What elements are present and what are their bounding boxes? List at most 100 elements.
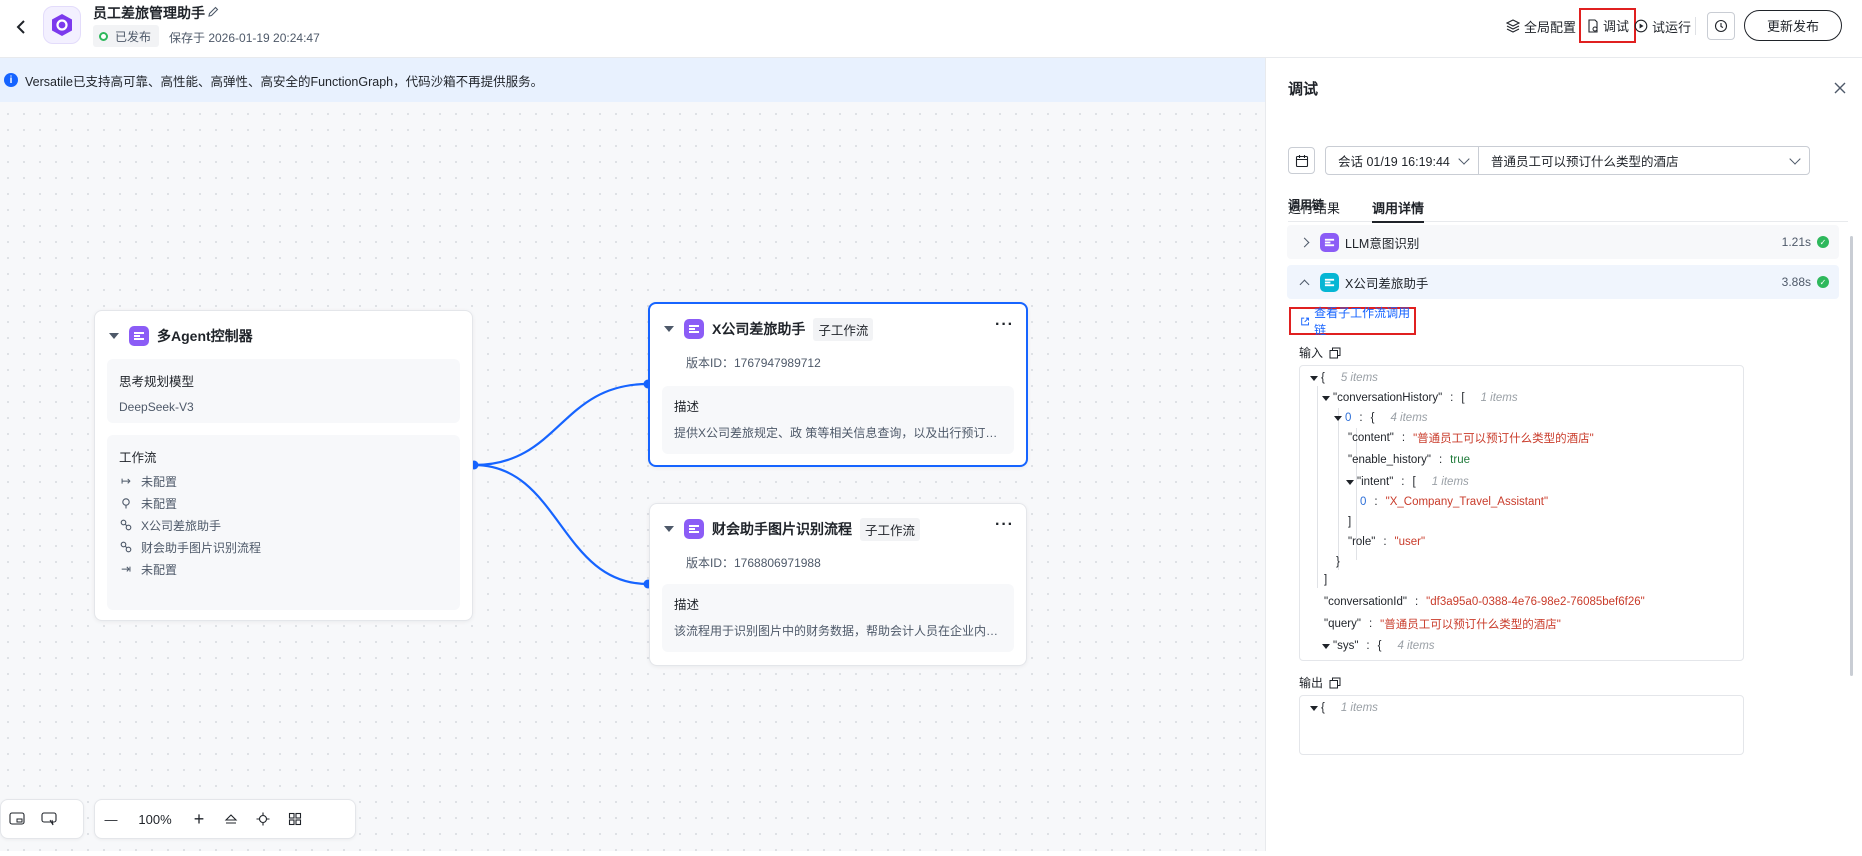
back-arrow-icon[interactable] bbox=[10, 16, 32, 38]
subflow-icon bbox=[119, 540, 133, 554]
description-box: 描述 该流程用于识别图片中的财务数据，帮助会计人员在企业内部处理报销 bbox=[662, 584, 1014, 652]
zoom-in-button[interactable]: + bbox=[183, 803, 215, 835]
workflow-item[interactable]: X公司差旅助手 bbox=[119, 514, 448, 536]
debug-doc-icon bbox=[1588, 18, 1598, 33]
json-root[interactable]: {5 items bbox=[1310, 370, 1378, 386]
success-check-icon: ✓ bbox=[1817, 236, 1829, 248]
workflow-item[interactable]: 财会助手图片识别流程 bbox=[119, 536, 448, 558]
json-line: "conversationId": "df3a95a0-0388-4e76-98e… bbox=[1324, 596, 1645, 608]
more-options-icon[interactable]: ··· bbox=[995, 516, 1014, 534]
indent-guide bbox=[1317, 386, 1318, 588]
status-badge: 已发布 bbox=[93, 25, 160, 47]
duration: 1.21s bbox=[1781, 235, 1811, 249]
indent-guide bbox=[1338, 408, 1339, 570]
external-link-icon bbox=[1301, 317, 1309, 325]
comment-button[interactable] bbox=[33, 803, 65, 835]
description-box: 描述 提供X公司差旅规定、政 策等相关信息查询，以及出行预订服务 bbox=[662, 386, 1014, 454]
subflow-icon bbox=[119, 518, 133, 532]
zoom-level[interactable]: 100% bbox=[127, 812, 183, 827]
view-subworkflow-chain-link[interactable]: 查看子工作流调用链 bbox=[1289, 306, 1416, 337]
history-button[interactable] bbox=[1707, 12, 1735, 40]
json-line: } bbox=[1336, 556, 1340, 568]
json-line[interactable]: "conversationHistory":[1 items bbox=[1322, 390, 1518, 406]
llm-icon bbox=[1320, 232, 1339, 252]
node-type-tag: 子工作流 bbox=[813, 317, 874, 341]
description-label: 描述 bbox=[674, 598, 700, 612]
layers-icon bbox=[1506, 19, 1520, 33]
session-select[interactable]: 会话 01/19 16:19:44 bbox=[1325, 146, 1479, 175]
chain-scroll-area[interactable]: LLM意图识别 1.21s ✓ X公司差旅助手 3.88s ✓ 查看子工作流调用… bbox=[1287, 225, 1849, 856]
close-icon[interactable] bbox=[1832, 80, 1848, 96]
json-line: "enable_history": true bbox=[1348, 454, 1470, 466]
subworkflow-icon bbox=[1320, 272, 1339, 292]
global-config-button[interactable]: 全局配置 bbox=[1506, 13, 1576, 39]
model-section: 思考规划模型 DeepSeek-V3 bbox=[107, 359, 460, 423]
scrollbar[interactable] bbox=[1850, 236, 1853, 676]
output-arrow-icon: ⇥ bbox=[120, 562, 132, 576]
panel-title: 调试 bbox=[1288, 81, 1319, 98]
published-dot-icon bbox=[99, 31, 108, 41]
minimap-icon bbox=[9, 812, 25, 825]
zoom-out-button[interactable]: — bbox=[95, 803, 127, 835]
query-select[interactable]: 普通员工可以预订什么类型的酒店 bbox=[1478, 146, 1810, 175]
version-id: 版本ID：1767947989712 bbox=[686, 356, 821, 370]
tab-call-details[interactable]: 调用详情 bbox=[1372, 188, 1425, 223]
json-root[interactable]: {1 items bbox=[1310, 700, 1378, 716]
node-type-tag: 子工作流 bbox=[860, 517, 921, 541]
fit-view-button[interactable] bbox=[215, 803, 247, 835]
collapse-caret-icon[interactable] bbox=[664, 326, 674, 332]
copy-icon[interactable] bbox=[1329, 347, 1341, 359]
test-run-button[interactable]: 试运行 bbox=[1634, 13, 1691, 39]
more-options-icon[interactable]: ··· bbox=[995, 316, 1014, 334]
output-json-viewer[interactable]: {1 items bbox=[1299, 695, 1744, 755]
workflow-canvas[interactable]: i Versatile已支持高可靠、高性能、高弹性、高安全的FunctionGr… bbox=[0, 58, 1265, 851]
result-tabs: 运行结果 调用详情 bbox=[1288, 188, 1848, 223]
node-title: X公司差旅助手 bbox=[712, 321, 806, 337]
debug-button[interactable]: 调试 bbox=[1579, 8, 1636, 43]
copy-icon[interactable] bbox=[1329, 677, 1341, 689]
history-clock-icon bbox=[1714, 19, 1728, 33]
json-line: ] bbox=[1324, 574, 1328, 586]
calendar-button[interactable] bbox=[1288, 147, 1315, 174]
layout-button[interactable] bbox=[279, 803, 311, 835]
collapse-caret-icon[interactable] bbox=[664, 526, 674, 532]
json-line: ] bbox=[1348, 516, 1352, 528]
pin-icon bbox=[119, 496, 133, 510]
edit-pencil-icon[interactable] bbox=[206, 5, 220, 19]
subworkflow-icon bbox=[684, 319, 704, 339]
saved-timestamp: 保存于 2026-01-19 20:24:47 bbox=[169, 31, 320, 45]
json-line: "content": "普通员工可以预订什么类型的酒店" bbox=[1348, 432, 1594, 445]
input-json-viewer[interactable]: {5 items "conversationHistory":[1 items … bbox=[1299, 365, 1744, 661]
chevron-right-icon bbox=[1299, 237, 1310, 247]
play-circle-icon bbox=[1634, 19, 1648, 33]
description-text: 该流程用于识别图片中的财务数据，帮助会计人员在企业内部处理报销 bbox=[674, 624, 1002, 638]
canvas-tools-left bbox=[0, 799, 84, 839]
minus-icon: — bbox=[104, 811, 118, 827]
chain-title: 调用链 bbox=[1288, 198, 1325, 212]
multi-agent-controller-node[interactable]: 多Agent控制器 思考规划模型 DeepSeek-V3 工作流 ↦ 未配置 未… bbox=[94, 310, 473, 621]
chain-row-travel[interactable]: X公司差旅助手 3.88s ✓ bbox=[1287, 265, 1839, 299]
subworkflow-node-finance[interactable]: 财会助手图片识别流程 子工作流 ··· 版本ID：1768806971988 描… bbox=[649, 503, 1027, 666]
json-line: 0: "X_Company_Travel_Assistant" bbox=[1360, 496, 1549, 508]
publish-button[interactable]: 更新发布 bbox=[1744, 10, 1842, 41]
chevron-down-icon bbox=[1458, 153, 1470, 165]
json-line[interactable]: "sys":{4 items bbox=[1322, 638, 1435, 654]
workflow-item[interactable]: ↦ 未配置 bbox=[119, 470, 448, 492]
input-label: 输入 bbox=[1299, 344, 1341, 361]
grid-icon bbox=[288, 812, 302, 826]
workflow-item[interactable]: 未配置 bbox=[119, 492, 448, 514]
success-check-icon: ✓ bbox=[1817, 276, 1829, 288]
app-title: 员工差旅管理助手 bbox=[93, 5, 205, 21]
json-line[interactable]: 0:{4 items bbox=[1334, 410, 1428, 426]
workflow-item[interactable]: ⇥ 未配置 bbox=[119, 558, 448, 580]
collapse-caret-icon[interactable] bbox=[109, 333, 119, 339]
subworkflow-icon bbox=[684, 519, 704, 539]
json-line[interactable]: "intent":[1 items bbox=[1346, 474, 1469, 490]
minimap-button[interactable] bbox=[1, 803, 33, 835]
chain-row-llm[interactable]: LLM意图识别 1.21s ✓ bbox=[1287, 225, 1839, 259]
controller-icon bbox=[129, 326, 149, 346]
subworkflow-node-travel[interactable]: X公司差旅助手 子工作流 ··· 版本ID：1767947989712 描述 提… bbox=[648, 302, 1028, 467]
locate-button[interactable] bbox=[247, 803, 279, 835]
node-title: 多Agent控制器 bbox=[157, 328, 253, 344]
model-label: 思考规划模型 bbox=[119, 375, 195, 389]
